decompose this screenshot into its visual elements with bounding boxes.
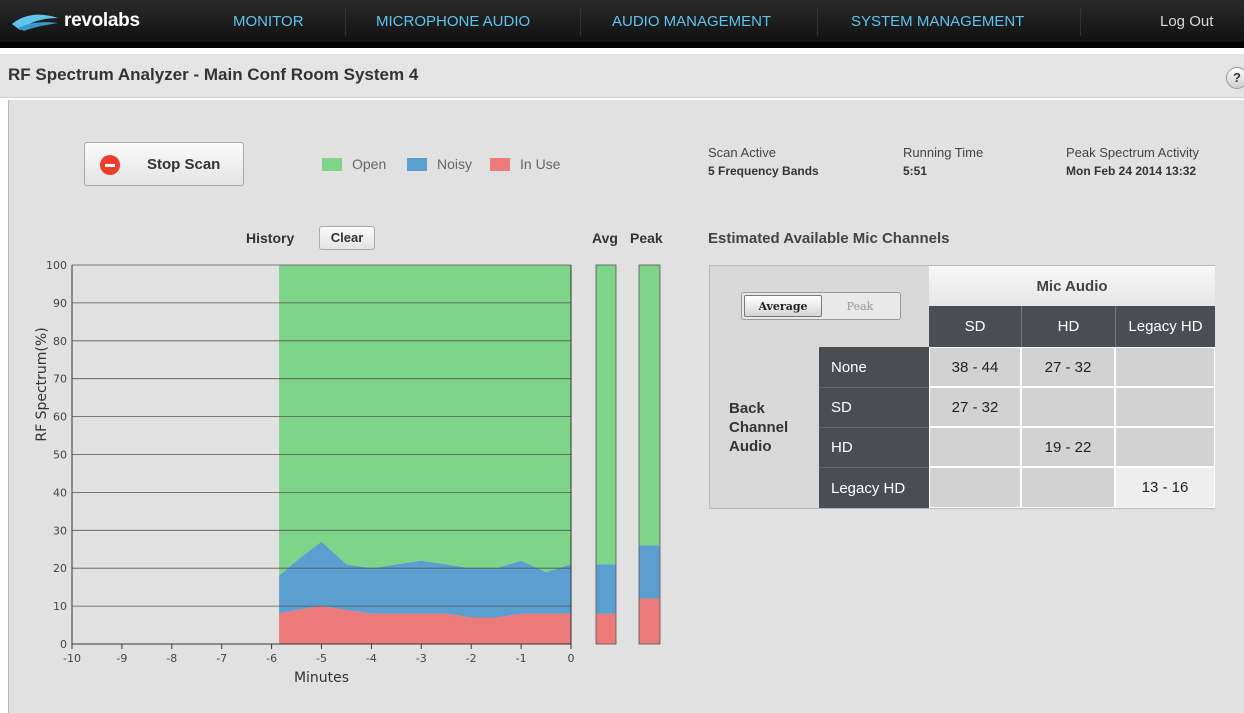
revolabs-logo-mark (12, 14, 58, 31)
peak-bar-in-use (639, 598, 660, 644)
cell-legacy-hd-hd (1021, 467, 1115, 508)
clear-button[interactable]: Clear (319, 226, 375, 250)
cell-sd-hd (1021, 387, 1115, 427)
cell-hd-sd (929, 427, 1021, 467)
x-tick-label: -9 (116, 652, 127, 665)
peak-activity-label: Peak Spectrum Activity (1066, 145, 1199, 160)
mic-audio-header: Mic Audio (929, 266, 1215, 306)
legend-swatch-in-use (490, 157, 510, 171)
legend-swatch-noisy (407, 157, 427, 171)
cell-none-hd: 27 - 32 (1021, 347, 1115, 387)
cell-sd-legacy-hd (1115, 387, 1215, 427)
cell-sd-sd: 27 - 32 (929, 387, 1021, 427)
avg-bar-noisy (596, 564, 616, 614)
x-tick-label: -1 (516, 652, 527, 665)
nav-monitor[interactable]: MONITOR (233, 0, 304, 44)
avg-bar-in-use (596, 613, 616, 644)
chart-svg: 0102030405060708090100-10 -9 -8 -7 -6 -5 -4 -3-… (34, 259, 661, 686)
y-tick-label: 60 (53, 411, 67, 424)
title-bar: RF Spectrum Analyzer - Main Conf Room Sy… (0, 54, 1244, 98)
x-axis-title: Minutes (294, 670, 349, 686)
x-tick-label: -3 (416, 652, 427, 665)
y-tick-label: 10 (53, 600, 67, 613)
nav-divider (345, 8, 346, 36)
nav-system-management[interactable]: SYSTEM MANAGEMENT (851, 0, 1024, 44)
legend-label-open: Open (352, 156, 387, 172)
back-channel-audio-label: Back Channel Audio (711, 347, 819, 508)
y-axis-title: RF Spectrum(%) (34, 327, 50, 441)
rf-spectrum-chart: 0 10 20 30 40 50 60 70 80 90 100 -10 -9 -8 -7 -6 -5 -4 -3-… (30, 255, 690, 700)
history-label: History (246, 230, 295, 246)
x-tick-label: 0 (568, 652, 575, 665)
cell-none-legacy-hd (1115, 347, 1215, 387)
cell-hd-hd: 19 - 22 (1021, 427, 1115, 467)
peak-label: Peak (630, 230, 663, 246)
legend-label-noisy: Noisy (437, 156, 473, 172)
row-header-sd: SD (819, 387, 929, 427)
x-tick-label: -2 (466, 652, 477, 665)
estimated-channels-label: Estimated Available Mic Channels (708, 230, 950, 247)
y-tick-label: 20 (53, 562, 67, 575)
y-tick-label: 0 (60, 638, 67, 651)
cell-legacy-hd-legacy-hd: 13 - 16 (1115, 467, 1215, 508)
logout-link[interactable]: Log Out (1160, 0, 1213, 44)
top-nav-bar: revolabs MONITOR MICROPHONE AUDIO AUDIO … (0, 0, 1244, 48)
scan-active-value: 5 Frequency Bands (708, 164, 819, 178)
stop-icon (100, 155, 120, 175)
toggle-average[interactable]: Average (744, 295, 822, 317)
x-tick-label: -6 (266, 652, 277, 665)
stop-scan-label: Stop Scan (147, 156, 221, 173)
avg-bar-open (596, 265, 616, 565)
nav-audio-management[interactable]: AUDIO MANAGEMENT (612, 0, 771, 44)
revolabs-logo[interactable]: revolabs (10, 6, 140, 36)
x-tick-label: -8 (166, 652, 177, 665)
column-header-legacy-hd: Legacy HD (1115, 306, 1215, 347)
nav-divider (580, 8, 581, 36)
stop-scan-button[interactable]: Stop Scan (84, 142, 244, 186)
y-tick-label: 40 (53, 486, 67, 499)
avg-label: Avg (592, 230, 618, 246)
x-tick-label: -7 (216, 652, 227, 665)
y-tick-label: 30 (53, 524, 67, 537)
mic-channels-table: Average Peak Mic Audio SD HD Legacy HD B… (709, 265, 1215, 509)
page-title: RF Spectrum Analyzer - Main Conf Room Sy… (8, 65, 419, 84)
scan-active-label: Scan Active (708, 145, 776, 160)
peak-bar-noisy (639, 545, 660, 599)
column-header-sd: SD (929, 306, 1021, 347)
toggle-peak[interactable]: Peak (822, 295, 898, 317)
nav-microphone-audio[interactable]: MICROPHONE AUDIO (376, 0, 530, 44)
y-tick-label: 50 (53, 449, 67, 462)
column-header-hd: HD (1021, 306, 1115, 347)
legend-label-in-use: In Use (520, 156, 561, 172)
y-tick-label: 70 (53, 373, 67, 386)
y-tick-label: 90 (53, 297, 67, 310)
running-time-label: Running Time (903, 145, 984, 160)
x-tick-label: -4 (366, 652, 377, 665)
cell-none-sd: 38 - 44 (929, 347, 1021, 387)
y-tick-label: 80 (53, 335, 67, 348)
row-header-none: None (819, 347, 929, 387)
row-header-hd: HD (819, 427, 929, 467)
nav-divider (817, 8, 818, 36)
help-button[interactable]: ? (1226, 67, 1244, 89)
peak-bar-open (639, 265, 660, 546)
logo-text: revolabs (64, 10, 140, 31)
average-peak-toggle[interactable]: Average Peak (741, 292, 901, 320)
row-header-legacy-hd: Legacy HD (819, 467, 929, 508)
y-tick-label: 100 (46, 259, 67, 272)
peak-activity-value: Mon Feb 24 2014 13:32 (1066, 164, 1197, 178)
legend-open: Open (322, 155, 386, 173)
x-tick-label: -10 (63, 652, 81, 665)
cell-legacy-hd-sd (929, 467, 1021, 508)
legend-in-use: In Use (490, 155, 560, 173)
nav-divider (1080, 8, 1081, 36)
series-area-open (279, 265, 571, 576)
back-channel-audio-text: Back Channel Audio (729, 400, 789, 455)
legend-noisy: Noisy (407, 155, 472, 173)
cell-hd-legacy-hd (1115, 427, 1215, 467)
x-tick-label: -5 (316, 652, 327, 665)
legend-swatch-open (322, 157, 342, 171)
running-time-value: 5:51 (903, 164, 928, 178)
